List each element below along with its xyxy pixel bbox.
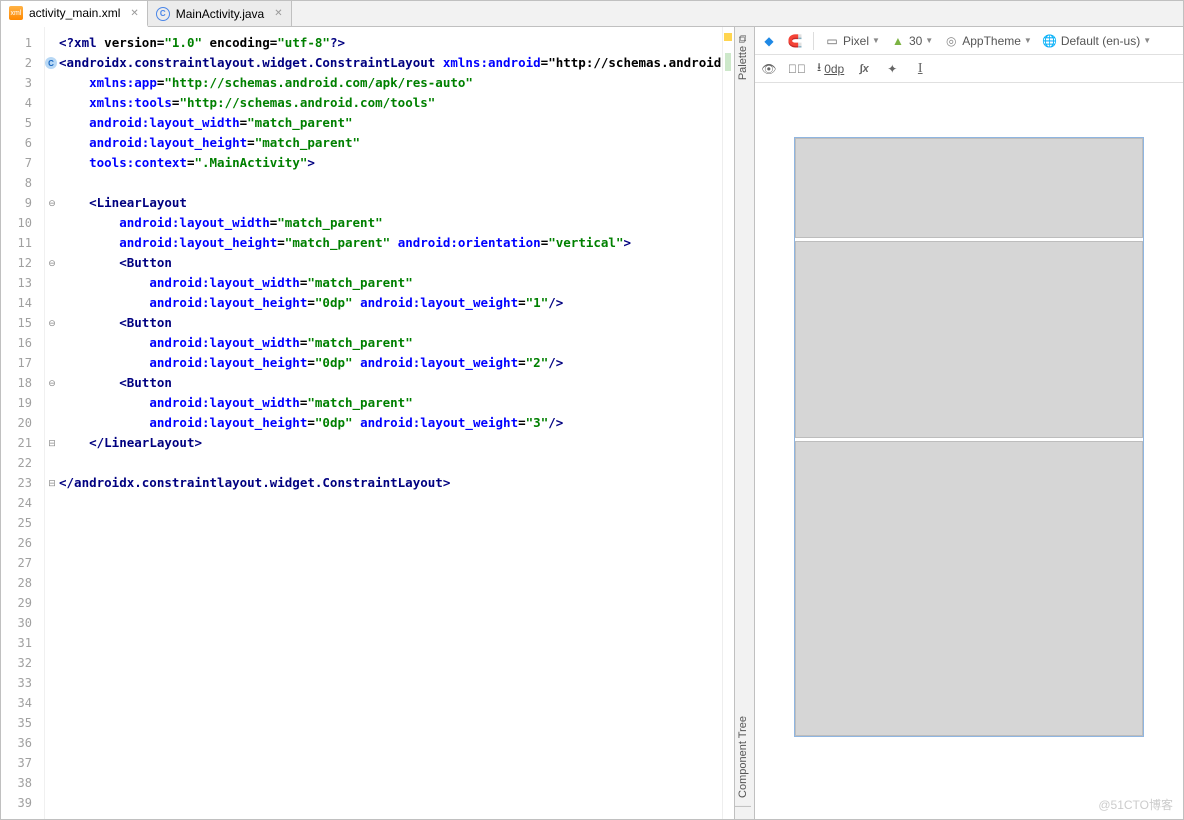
autoconnect-icon[interactable]: ✕⃝ <box>789 61 805 77</box>
chevron-down-icon: ▼ <box>925 36 933 45</box>
palette-tab[interactable]: Palette ⧉ <box>735 27 751 88</box>
close-icon[interactable]: ✕ <box>130 8 138 19</box>
component-tree-tab[interactable]: Component Tree <box>735 708 751 807</box>
orientation-icon[interactable]: 🧲 <box>787 33 803 49</box>
locale-selector[interactable]: 🌐 Default (en-us) ▼ <box>1042 33 1151 49</box>
close-icon[interactable]: ✕ <box>274 8 282 19</box>
layout-canvas[interactable]: @51CTO博客 <box>755 83 1183 819</box>
tab-main-activity[interactable]: C MainActivity.java ✕ <box>148 1 292 26</box>
preview-button-2[interactable] <box>795 241 1143 438</box>
xml-file-icon: xml <box>9 6 23 20</box>
theme-selector[interactable]: ◎ AppTheme ▼ <box>943 33 1032 49</box>
line-number-gutter: 1234567891011121314151617181920212223242… <box>1 27 45 819</box>
watermark: @51CTO博客 <box>1098 796 1173 813</box>
preview-button-1[interactable] <box>795 138 1143 238</box>
default-margin[interactable]: ⭳ 0dp <box>817 58 844 79</box>
tool-window-tabs: Palette ⧉ Component Tree <box>735 27 755 819</box>
theme-icon: ◎ <box>943 33 959 49</box>
design-toolbar: ◆ 🧲 ▭ Pixel ▼ ▲ 30 ▼ ◎ AppT <box>755 27 1183 55</box>
surface-icon[interactable]: ◆ <box>761 33 777 49</box>
design-toolbar-2: 👁 ✕⃝ ⭳ 0dp ∫x ✦ I <box>755 55 1183 83</box>
java-file-icon: C <box>156 7 170 21</box>
editor-tabs: xml activity_main.xml ✕ C MainActivity.j… <box>1 1 1183 27</box>
globe-icon: 🌐 <box>1042 33 1058 49</box>
preview-button-3[interactable] <box>795 441 1143 736</box>
chevron-down-icon: ▼ <box>872 36 880 45</box>
device-icon: ▭ <box>824 33 840 49</box>
chevron-down-icon: ▼ <box>1143 36 1151 45</box>
fold-column[interactable]: C⊖⊖⊖⊖⊟⊟ <box>45 27 59 819</box>
change-marker-icon <box>725 53 731 71</box>
chevron-down-icon: ▼ <box>1024 36 1032 45</box>
tab-label: MainActivity.java <box>176 7 264 21</box>
warning-marker-icon <box>724 33 732 41</box>
code-editor[interactable]: 1234567891011121314151617181920212223242… <box>1 27 735 819</box>
api-selector[interactable]: ▲ 30 ▼ <box>890 33 933 49</box>
error-stripe <box>722 27 734 819</box>
design-preview-pane: Palette ⧉ Component Tree ◆ 🧲 ▭ Pixel ▼ <box>735 27 1183 819</box>
view-options-icon[interactable]: 👁 <box>761 61 777 77</box>
tab-label: activity_main.xml <box>29 6 120 20</box>
clear-constraints-icon[interactable]: ∫x <box>856 61 872 77</box>
android-icon: ▲ <box>890 33 906 49</box>
guidelines-icon[interactable]: I <box>912 61 928 77</box>
code-area[interactable]: <?xml version="1.0" encoding="utf-8"?><a… <box>59 27 722 819</box>
infer-constraints-icon[interactable]: ✦ <box>884 61 900 77</box>
device-frame <box>794 137 1144 737</box>
device-selector[interactable]: ▭ Pixel ▼ <box>824 33 880 49</box>
tab-activity-main[interactable]: xml activity_main.xml ✕ <box>1 1 148 27</box>
